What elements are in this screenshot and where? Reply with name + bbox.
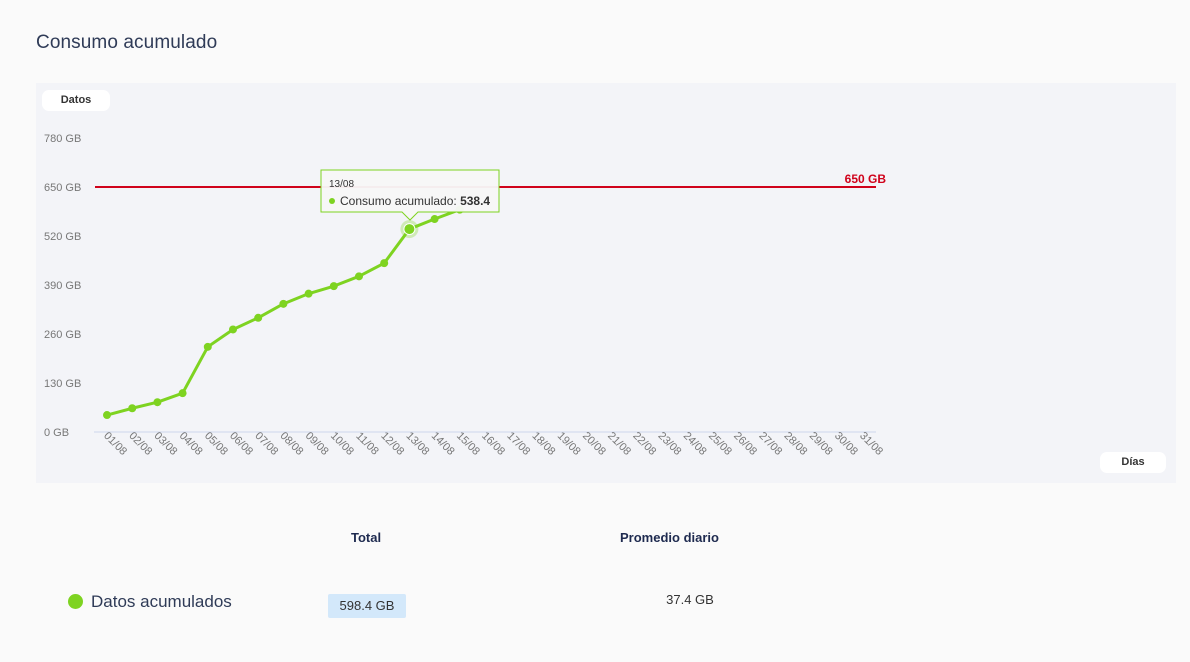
tooltip-value: 538.4 bbox=[460, 194, 490, 208]
page: Consumo acumulado Datos 0 GB 130 GB 260 GB… bbox=[0, 0, 1190, 662]
tooltip-bullet-icon bbox=[329, 198, 335, 204]
x-tick-label: 19/08 bbox=[555, 430, 583, 458]
x-tick-label: 26/08 bbox=[731, 430, 759, 458]
x-tick-label: 03/08 bbox=[152, 430, 180, 458]
data-point bbox=[178, 389, 187, 398]
data-point bbox=[128, 404, 137, 413]
data-point bbox=[153, 398, 162, 407]
data-point bbox=[229, 325, 237, 334]
x-tick-label: 27/08 bbox=[756, 430, 784, 458]
data-point bbox=[254, 313, 263, 322]
tooltip-series-label: Consumo acumulado: bbox=[340, 194, 460, 208]
consumption-chart: 0 GB 130 GB 260 GB 390 GB 520 GB 650 GB 780 GB… bbox=[44, 133, 887, 458]
average-value: 37.4 GB bbox=[666, 592, 714, 607]
x-tick-label: 18/08 bbox=[530, 430, 558, 458]
data-point bbox=[203, 342, 212, 351]
series-line bbox=[106, 208, 461, 417]
x-tick-label: 12/08 bbox=[378, 430, 406, 458]
y-tick-label: 0 GB bbox=[44, 427, 69, 439]
data-point bbox=[380, 259, 389, 268]
x-tick-label: 31/08 bbox=[857, 430, 885, 458]
average-header: Promedio diario bbox=[620, 530, 719, 545]
data-point bbox=[329, 282, 338, 291]
x-tick-label: 04/08 bbox=[177, 430, 205, 458]
x-tick-label: 06/08 bbox=[227, 430, 255, 458]
x-tick-label: 21/08 bbox=[605, 430, 633, 458]
x-tick-label: 09/08 bbox=[303, 430, 331, 458]
threshold-label: 650 GB bbox=[845, 172, 887, 186]
y-tick-label: 260 GB bbox=[44, 329, 81, 341]
total-value-badge: 598.4 GB bbox=[328, 594, 406, 618]
data-point bbox=[430, 215, 439, 224]
x-tick-label: 17/08 bbox=[504, 430, 532, 458]
legend-label: Datos acumulados bbox=[91, 592, 232, 611]
x-tick-label: 24/08 bbox=[681, 430, 709, 458]
x-tick-label: 15/08 bbox=[454, 430, 482, 458]
data-point bbox=[304, 289, 313, 298]
y-tick-label: 390 GB bbox=[44, 280, 81, 292]
x-tick-label: 14/08 bbox=[429, 430, 457, 458]
x-tick-label: 05/08 bbox=[202, 430, 230, 458]
legend-dot-icon bbox=[68, 594, 83, 609]
data-point bbox=[279, 299, 288, 308]
page-title: Consumo acumulado bbox=[36, 32, 218, 53]
x-tick-label: 08/08 bbox=[278, 430, 306, 458]
x-tick-label: 28/08 bbox=[782, 430, 810, 458]
x-tick-label: 11/08 bbox=[353, 430, 380, 457]
y-tick-label: 780 GB bbox=[44, 133, 81, 145]
y-tick-label: 520 GB bbox=[44, 231, 81, 243]
y-tick-labels: 0 GB 130 GB 260 GB 390 GB 520 GB 650 GB 780 GB bbox=[44, 133, 81, 439]
y-tick-label: 650 GB bbox=[44, 182, 81, 194]
x-axis-label: Días bbox=[1100, 452, 1166, 473]
x-tick-label: 23/08 bbox=[656, 430, 684, 458]
hover-point bbox=[403, 223, 416, 236]
x-tick-label: 25/08 bbox=[706, 430, 734, 458]
x-tick-label: 01/08 bbox=[101, 430, 129, 458]
data-point bbox=[355, 272, 363, 281]
chart-panel: Datos 0 GB 130 GB 260 GB 390 GB 520 GB 650 GB… bbox=[36, 83, 1176, 483]
x-tick-label: 02/08 bbox=[126, 430, 154, 458]
x-tick-label: 20/08 bbox=[580, 430, 608, 458]
x-tick-labels: 01/0802/0803/0804/0805/0806/0807/0808/08… bbox=[101, 430, 885, 458]
tooltip-date: 13/08 bbox=[329, 179, 354, 190]
tooltip-group: 13/08 Consumo acumulado: 538.4 bbox=[320, 169, 500, 239]
x-tick-label: 13/08 bbox=[404, 430, 432, 458]
x-tick-label: 10/08 bbox=[328, 430, 356, 458]
tooltip-text: Consumo acumulado: 538.4 bbox=[340, 194, 490, 208]
y-tick-label: 130 GB bbox=[44, 378, 81, 390]
x-tick-label: 29/08 bbox=[807, 430, 835, 458]
x-tick-label: 16/08 bbox=[479, 430, 507, 458]
data-point bbox=[103, 411, 111, 420]
x-tick-label: 30/08 bbox=[832, 430, 860, 458]
x-tick-label: 07/08 bbox=[252, 430, 280, 458]
total-header: Total bbox=[351, 530, 382, 545]
x-tick-label: 22/08 bbox=[630, 430, 658, 458]
